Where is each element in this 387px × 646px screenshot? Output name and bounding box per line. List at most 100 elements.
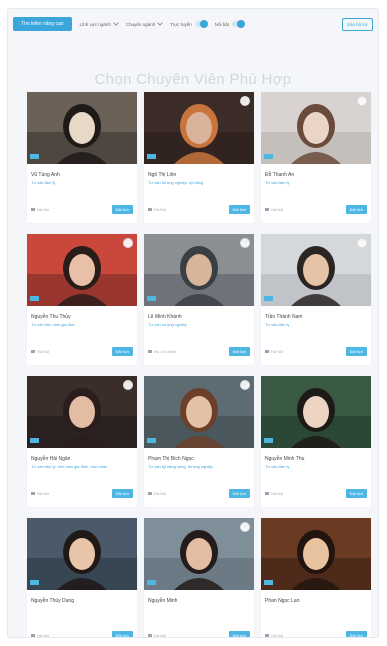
tutor-photo[interactable] bbox=[27, 92, 137, 164]
tutor-name[interactable]: Lê Minh Khánh bbox=[148, 314, 182, 320]
tutor-photo[interactable]: ♡ bbox=[261, 234, 371, 306]
book-button[interactable]: Đặt lịch bbox=[111, 347, 133, 356]
location-icon bbox=[31, 492, 35, 495]
tutor-location: Hà Nội bbox=[265, 349, 283, 354]
tutor-name[interactable]: Vũ Tùng Anh bbox=[31, 172, 60, 178]
heart-icon[interactable]: ♡ bbox=[240, 96, 250, 106]
location-icon bbox=[31, 350, 35, 353]
advanced-search-button[interactable]: Tìm kiếm nâng cao bbox=[13, 17, 72, 31]
tutor-name[interactable]: Phan Ngọc Lan bbox=[265, 598, 299, 604]
book-button[interactable]: Đặt lịch bbox=[345, 205, 367, 214]
tutor-skills[interactable]: Tư vấn kỹ năng sống, hướng nghiệp bbox=[148, 464, 213, 469]
tutor-name[interactable]: Nguyễn Minh Thu bbox=[265, 456, 304, 462]
specialty-dropdown[interactable]: Chuyên ngành bbox=[126, 20, 163, 27]
book-button[interactable]: Đặt lịch bbox=[111, 631, 133, 637]
tutor-grid: Vũ Tùng Anh Tư vấn tâm lý Hà Nội Đặt lịch ♡ N… bbox=[27, 92, 372, 637]
toggle-knob bbox=[236, 20, 245, 28]
tutor-name[interactable]: Nguyễn Thùy Dung bbox=[31, 598, 74, 604]
tutor-skills[interactable]: Tư vấn hướng nghiệp, kỹ năng bbox=[148, 180, 203, 185]
tutor-name[interactable]: Ngô Thị Liên bbox=[148, 172, 176, 178]
tutor-card[interactable]: Nguyễn Minh Thu Tư vấn tâm lý Hà Nội Đặt lị… bbox=[261, 376, 371, 507]
tutor-card[interactable]: ♡ Phạm Thị Bích Ngọc Tư vấn kỹ năng sống, … bbox=[144, 376, 254, 507]
book-button[interactable]: Đặt lịch bbox=[111, 205, 133, 214]
verified-badge bbox=[264, 154, 273, 159]
verified-badge bbox=[264, 580, 273, 585]
reset-filters-button[interactable]: Xóa bộ lọc bbox=[341, 17, 373, 31]
tutor-skills[interactable]: Tư vấn hướng nghiệp bbox=[148, 322, 187, 327]
portrait-image bbox=[144, 234, 254, 306]
tutor-location-text: Hà Nội bbox=[271, 491, 284, 496]
tutor-photo[interactable]: ♡ bbox=[144, 518, 254, 590]
book-button[interactable]: Đặt lịch bbox=[345, 489, 367, 498]
portrait-image bbox=[144, 92, 254, 164]
tutor-photo[interactable] bbox=[261, 376, 371, 448]
tutor-name[interactable]: Nguyễn Hải Ngân bbox=[31, 456, 70, 462]
featured-toggle[interactable]: Nổi bật bbox=[215, 20, 245, 28]
chevron-down-icon bbox=[112, 20, 119, 26]
tutor-photo[interactable]: ♡ bbox=[27, 234, 137, 306]
tutor-photo[interactable]: ♡ bbox=[27, 376, 137, 448]
book-button[interactable]: Đặt lịch bbox=[228, 347, 250, 356]
tutor-skills[interactable]: Tư vấn tâm lý bbox=[265, 464, 289, 469]
tutor-location: Hà Nội bbox=[31, 207, 49, 212]
verified-badge bbox=[147, 296, 156, 301]
book-button[interactable]: Đặt lịch bbox=[345, 631, 367, 637]
tutor-card[interactable]: Vũ Tùng Anh Tư vấn tâm lý Hà Nội Đặt lịch bbox=[27, 92, 137, 223]
tutor-card[interactable]: ♡ Đỗ Thanh An Tư vấn tâm lý Hà Nội Đặt lịch bbox=[261, 92, 371, 223]
tutor-photo[interactable] bbox=[261, 518, 371, 590]
heart-icon[interactable]: ♡ bbox=[123, 238, 133, 248]
field-dropdown[interactable]: Lĩnh vực ngành bbox=[80, 20, 119, 27]
book-button[interactable]: Đặt lịch bbox=[228, 489, 250, 498]
online-toggle-label: Trực tuyến bbox=[170, 21, 192, 27]
book-button[interactable]: Đặt lịch bbox=[345, 347, 367, 356]
tutor-skills[interactable]: Tư vấn tình cảm gia đình bbox=[31, 322, 75, 327]
heart-icon[interactable]: ♡ bbox=[240, 238, 250, 248]
book-button[interactable]: Đặt lịch bbox=[228, 205, 250, 214]
tutor-name[interactable]: Trần Thành Nam bbox=[265, 314, 303, 320]
toggle-knob bbox=[199, 20, 208, 28]
tutor-skills[interactable]: Tư vấn tâm lý bbox=[265, 180, 289, 185]
heart-icon[interactable]: ♡ bbox=[357, 238, 367, 248]
tutor-card[interactable]: ♡ Trần Thành Nam Tư vấn tâm lý Hà Nội Đặt lị… bbox=[261, 234, 371, 365]
tutor-card[interactable]: ♡ Nguyễn Hải Ngân Tư vấn tâm lý, tình cảm … bbox=[27, 376, 137, 507]
tutor-photo[interactable]: ♡ bbox=[261, 92, 371, 164]
tutor-name[interactable]: Phạm Thị Bích Ngọc bbox=[148, 456, 194, 462]
verified-badge bbox=[147, 438, 156, 443]
tutor-location-text: Hà Nội bbox=[271, 207, 284, 212]
tutor-photo[interactable]: ♡ bbox=[144, 376, 254, 448]
page-title: Chọn Chuyên Viên Phù Hợp bbox=[94, 71, 292, 88]
tutor-skills[interactable]: Tư vấn tâm lý, tình cảm gia đình, hôn nh… bbox=[31, 464, 107, 469]
heart-icon[interactable]: ♡ bbox=[123, 380, 133, 390]
tutor-photo[interactable]: ♡ bbox=[144, 234, 254, 306]
portrait-image bbox=[27, 234, 137, 306]
heart-icon[interactable]: ♡ bbox=[240, 522, 250, 532]
filter-bar: Tìm kiếm nâng cao Lĩnh vực ngành Chuyên … bbox=[8, 9, 378, 39]
page-frame: Tìm kiếm nâng cao Lĩnh vực ngành Chuyên … bbox=[7, 8, 379, 638]
book-button[interactable]: Đặt lịch bbox=[111, 489, 133, 498]
tutor-location: Hà Nội bbox=[31, 491, 49, 496]
tutor-photo[interactable]: ♡ bbox=[144, 92, 254, 164]
tutor-skills[interactable]: Tư vấn tâm lý bbox=[265, 322, 289, 327]
tutor-name[interactable]: Đỗ Thanh An bbox=[265, 172, 294, 178]
tutor-photo[interactable] bbox=[27, 518, 137, 590]
tutor-card[interactable]: ♡ Nguyễn Minh Hà Nội Đặt lịch bbox=[144, 518, 254, 637]
tutor-name[interactable]: Nguyễn Thu Thủy bbox=[31, 314, 71, 320]
tutor-card[interactable]: Nguyễn Thùy Dung Hà Nội Đặt lịch bbox=[27, 518, 137, 637]
tutor-name[interactable]: Nguyễn Minh bbox=[148, 598, 177, 604]
tutor-skills[interactable]: Tư vấn tâm lý bbox=[31, 180, 55, 185]
tutor-card[interactable]: ♡ Lê Minh Khánh Tư vấn hướng nghiệp Hồ Chí … bbox=[144, 234, 254, 365]
book-button[interactable]: Đặt lịch bbox=[228, 631, 250, 637]
tutor-card[interactable]: ♡ Nguyễn Thu Thủy Tư vấn tình cảm gia đình… bbox=[27, 234, 137, 365]
heart-icon[interactable]: ♡ bbox=[357, 96, 367, 106]
portrait-image bbox=[261, 92, 371, 164]
online-toggle[interactable]: Trực tuyến bbox=[170, 20, 208, 28]
tutor-card[interactable]: Phan Ngọc Lan Hà Nội Đặt lịch bbox=[261, 518, 371, 637]
verified-badge bbox=[147, 154, 156, 159]
verified-badge bbox=[30, 438, 39, 443]
location-icon bbox=[265, 208, 269, 211]
tutor-location-text: Hà Nội bbox=[271, 349, 284, 354]
tutor-card[interactable]: ♡ Ngô Thị Liên Tư vấn hướng nghiệp, kỹ năn… bbox=[144, 92, 254, 223]
portrait-image bbox=[261, 518, 371, 590]
tutor-location-text: Hồ Chí Minh bbox=[154, 349, 177, 354]
heart-icon[interactable]: ♡ bbox=[240, 380, 250, 390]
